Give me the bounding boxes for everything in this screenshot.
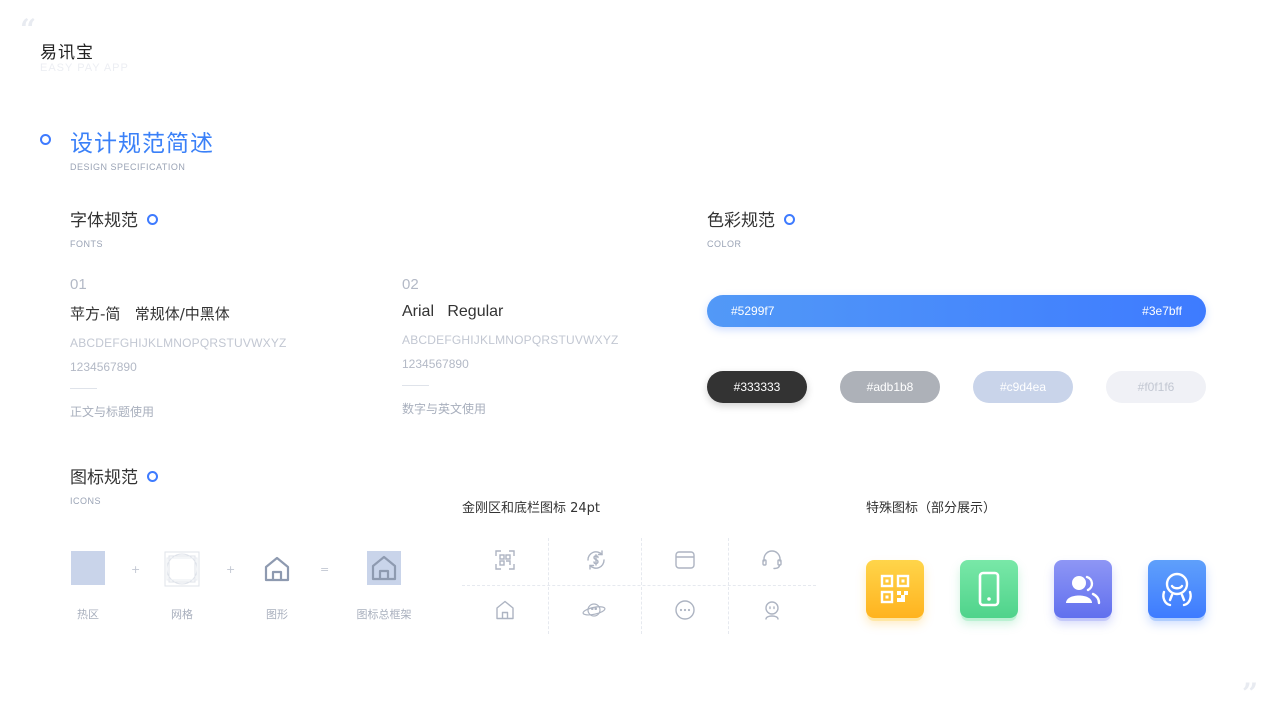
phone-app-icon <box>960 560 1018 618</box>
contacts-icon <box>1066 575 1101 605</box>
contacts-app-icon <box>1054 560 1112 618</box>
wallet-icon <box>675 551 695 569</box>
font-spec-digits: 1234567890 <box>70 360 137 374</box>
font-spec-rule <box>70 388 97 389</box>
font-spec-2: 02 Arial Regular ABCDEFGHIJKLMNOPQRSTUVW… <box>402 276 619 417</box>
section-subtitle: DESIGN SPECIFICATION <box>70 162 186 172</box>
gradient-start-hex: #5299f7 <box>731 304 775 318</box>
frame-composite <box>367 551 401 585</box>
font-spec-name: 苹方-简 常规体/中黑体 <box>70 305 230 323</box>
frame-label: 图标总框架 <box>356 608 412 621</box>
scan-icon <box>495 550 515 570</box>
service-person-app-icon <box>1148 560 1206 618</box>
gradient-end-hex: #3e7bff <box>1142 304 1182 318</box>
color-ring-icon <box>784 214 796 225</box>
grid-divider-vertical <box>641 538 643 634</box>
home-shape-icon <box>264 556 290 582</box>
shape-label: 图形 <box>266 608 288 621</box>
color-title: 色彩规范 <box>707 206 796 231</box>
plus-sign: + <box>131 563 141 576</box>
fonts-title: 字体规范 <box>70 206 159 231</box>
color-subtitle: COLOR <box>707 239 742 249</box>
font-spec-rule <box>402 385 429 386</box>
fonts-ring-icon <box>147 214 159 225</box>
grid-divider-horizontal <box>462 585 816 587</box>
color-swatch-c9d4ea: #c9d4ea <box>973 371 1073 403</box>
font-spec-alphabet: ABCDEFGHIJKLMNOPQRSTUVWXYZ <box>402 333 619 347</box>
icons-title: 图标规范 <box>70 463 159 488</box>
user-icon <box>765 601 779 620</box>
fonts-title-text: 字体规范 <box>70 211 138 231</box>
icons-title-text: 图标规范 <box>70 468 138 488</box>
close-quote-decoration: ” <box>1242 677 1259 710</box>
special-icons-title: 特殊图标（部分展示） <box>866 501 997 516</box>
color-swatch-333333: #333333 <box>707 371 807 403</box>
open-quote-decoration: “ <box>20 13 37 46</box>
message-icon <box>675 600 695 620</box>
font-spec-number: 01 <box>70 276 87 293</box>
brand-subtitle: EASY PAY APP <box>40 62 129 74</box>
hotzone-square <box>71 551 105 585</box>
hotzone-label: 热区 <box>77 608 99 621</box>
font-spec-usage: 数字与英文使用 <box>402 402 487 416</box>
grid-divider-vertical <box>548 538 550 634</box>
font-spec-digits: 1234567890 <box>402 357 469 371</box>
grid-label: 网格 <box>171 608 193 621</box>
planet-icon <box>582 603 606 617</box>
phone-icon <box>978 571 1000 607</box>
qr-code-app-icon <box>866 560 924 618</box>
font-spec-1: 01 苹方-简 常规体/中黑体 ABCDEFGHIJKLMNOPQRSTUVWX… <box>70 276 287 420</box>
section-ring-icon <box>40 134 51 145</box>
service-person-icon <box>1162 572 1192 607</box>
section-title: 设计规范简述 <box>70 131 214 157</box>
color-swatch-adb1b8: #adb1b8 <box>840 371 940 403</box>
color-title-text: 色彩规范 <box>707 211 775 231</box>
grid-icons-title: 金刚区和底栏图标 24pt <box>462 501 601 516</box>
color-swatch-f0f1f6: #f0f1f6 <box>1106 371 1206 403</box>
headset-icon <box>762 550 782 570</box>
home-icon <box>496 600 514 620</box>
gradient-swatch: #5299f7 #3e7bff <box>707 295 1206 327</box>
font-spec-name: Arial Regular <box>402 303 504 320</box>
icons-subtitle: ICONS <box>70 496 102 506</box>
dollar-exchange-icon <box>587 550 605 570</box>
icons-ring-icon <box>147 471 159 482</box>
font-spec-usage: 正文与标题使用 <box>70 405 155 419</box>
home-frame-icon <box>371 555 397 581</box>
font-spec-number: 02 <box>402 276 419 293</box>
font-spec-alphabet: ABCDEFGHIJKLMNOPQRSTUVWXYZ <box>70 336 287 350</box>
grid-keyline-icon <box>164 551 200 587</box>
plus-sign: + <box>226 563 236 576</box>
qr-code-icon <box>880 574 910 604</box>
fonts-subtitle: FONTS <box>70 239 103 249</box>
brand-name: 易讯宝 <box>40 43 94 63</box>
equals-sign: = <box>320 563 330 576</box>
grid-divider-vertical <box>728 538 730 634</box>
